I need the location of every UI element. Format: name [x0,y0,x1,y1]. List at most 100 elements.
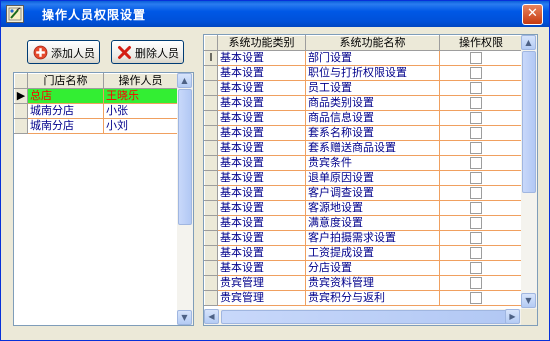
permission-row[interactable]: 基本设置 套系赠送商品设置 [204,140,523,156]
function-name-cell[interactable]: 商品信息设置 [305,110,440,126]
permission-checkbox[interactable] [470,97,482,109]
permission-checkbox[interactable] [470,187,482,199]
column-header-operator[interactable]: 操作人员 [103,73,178,89]
category-cell[interactable]: 基本设置 [217,170,306,186]
category-cell[interactable]: 基本设置 [217,260,306,276]
category-cell[interactable]: 基本设置 [217,230,306,246]
permission-row[interactable]: 基本设置 客户调查设置 [204,185,523,201]
scroll-up-icon[interactable]: ▲ [177,73,192,88]
function-name-cell[interactable]: 部门设置 [305,50,440,66]
staff-header-row: 门店名称 操作人员 [14,73,178,89]
operator-cell[interactable]: 王晓乐 [103,88,178,104]
permission-row[interactable]: 基本设置 满意度设置 [204,215,523,231]
column-header-store[interactable]: 门店名称 [27,73,104,89]
permission-row[interactable]: 基本设置 职位与打折权限设置 [204,65,523,81]
store-cell[interactable]: 城南分店 [27,118,104,134]
permission-checkbox[interactable] [470,277,482,289]
category-cell[interactable]: 基本设置 [217,125,306,141]
operator-cell[interactable]: 小张 [103,103,178,119]
permission-row[interactable]: 基本设置 客户拍摄需求设置 [204,230,523,246]
function-name-cell[interactable]: 职位与打折权限设置 [305,65,440,81]
function-name-cell[interactable]: 套系赠送商品设置 [305,140,440,156]
category-cell[interactable]: 基本设置 [217,65,306,81]
close-button[interactable]: ✕ [522,4,543,25]
function-name-cell[interactable]: 工资提成设置 [305,245,440,261]
add-staff-button[interactable]: 添加人员 [27,40,100,64]
permission-row[interactable]: 基本设置 客源地设置 [204,200,523,216]
column-header-function[interactable]: 系统功能名称 [305,35,440,51]
app-icon[interactable] [6,5,24,23]
category-cell[interactable]: 贵宾管理 [217,275,306,291]
permission-checkbox[interactable] [470,142,482,154]
category-cell[interactable]: 基本设置 [217,50,306,66]
permission-checkbox[interactable] [470,202,482,214]
scroll-left-icon[interactable]: ◀ [204,309,219,324]
scroll-thumb[interactable] [522,51,536,193]
staff-row[interactable]: ▶ 总店 王晓乐 [14,88,178,104]
category-cell[interactable]: 基本设置 [217,95,306,111]
function-name-cell[interactable]: 客户拍摄需求设置 [305,230,440,246]
scroll-right-icon[interactable]: ▶ [505,309,520,324]
permission-checkbox[interactable] [470,112,482,124]
permission-row[interactable]: 基本设置 商品信息设置 [204,110,523,126]
permission-row[interactable]: 基本设置 工资提成设置 [204,245,523,261]
permission-checkbox[interactable] [470,247,482,259]
permission-checkbox[interactable] [470,232,482,244]
permission-row[interactable]: 基本设置 分店设置 [204,260,523,276]
operator-cell[interactable]: 小刘 [103,118,178,134]
function-name-cell[interactable]: 退单原因设置 [305,170,440,186]
permission-row[interactable]: 基本设置 员工设置 [204,80,523,96]
category-cell[interactable]: 贵宾管理 [217,290,306,306]
function-name-cell[interactable]: 客户调查设置 [305,185,440,201]
staff-row[interactable]: 城南分店 小刘 [14,118,178,134]
permission-row[interactable]: 基本设置 贵宾条件 [204,155,523,171]
function-name-cell[interactable]: 贵宾积分与返利 [305,290,440,306]
permission-checkbox[interactable] [470,52,482,64]
category-cell[interactable]: 基本设置 [217,200,306,216]
permission-vertical-scrollbar[interactable]: ▲ ▼ [521,35,537,309]
function-name-cell[interactable]: 贵宾资料管理 [305,275,440,291]
function-name-cell[interactable]: 贵宾条件 [305,155,440,171]
category-cell[interactable]: 基本设置 [217,140,306,156]
function-name-cell[interactable]: 商品类别设置 [305,95,440,111]
scroll-down-icon[interactable]: ▼ [177,310,192,325]
staff-vertical-scrollbar[interactable]: ▲ ▼ [177,73,193,325]
category-cell[interactable]: 基本设置 [217,245,306,261]
permission-checkbox[interactable] [470,217,482,229]
permission-row[interactable]: 基本设置 套系名称设置 [204,125,523,141]
function-name-cell[interactable]: 客源地设置 [305,200,440,216]
permission-row[interactable]: I 基本设置 部门设置 [204,50,523,66]
row-indicator [204,155,218,171]
scroll-up-icon[interactable]: ▲ [521,35,536,50]
category-cell[interactable]: 基本设置 [217,155,306,171]
permission-checkbox[interactable] [470,67,482,79]
permission-checkbox[interactable] [470,127,482,139]
permission-checkbox[interactable] [470,157,482,169]
column-header-category[interactable]: 系统功能类别 [217,35,306,51]
function-name-cell[interactable]: 满意度设置 [305,215,440,231]
category-cell[interactable]: 基本设置 [217,215,306,231]
permission-checkbox[interactable] [470,82,482,94]
scroll-down-icon[interactable]: ▼ [521,293,536,308]
store-cell[interactable]: 城南分店 [27,103,104,119]
scroll-thumb[interactable] [178,89,192,225]
permission-checkbox[interactable] [470,172,482,184]
permission-row[interactable]: 贵宾管理 贵宾积分与返利 [204,290,523,306]
permission-row[interactable]: 基本设置 退单原因设置 [204,170,523,186]
permission-row[interactable]: 贵宾管理 贵宾资料管理 [204,275,523,291]
store-cell[interactable]: 总店 [27,88,104,104]
scroll-thumb[interactable] [221,310,509,324]
function-name-cell[interactable]: 员工设置 [305,80,440,96]
function-name-cell[interactable]: 分店设置 [305,260,440,276]
category-cell[interactable]: 基本设置 [217,80,306,96]
permission-horizontal-scrollbar[interactable]: ◀ ▶ [204,309,521,325]
column-header-permission[interactable]: 操作权限 [439,35,523,51]
permission-checkbox[interactable] [470,292,482,304]
category-cell[interactable]: 基本设置 [217,185,306,201]
permission-checkbox[interactable] [470,262,482,274]
function-name-cell[interactable]: 套系名称设置 [305,125,440,141]
delete-staff-button[interactable]: 删除人员 [111,40,184,64]
permission-row[interactable]: 基本设置 商品类别设置 [204,95,523,111]
staff-row[interactable]: 城南分店 小张 [14,103,178,119]
category-cell[interactable]: 基本设置 [217,110,306,126]
